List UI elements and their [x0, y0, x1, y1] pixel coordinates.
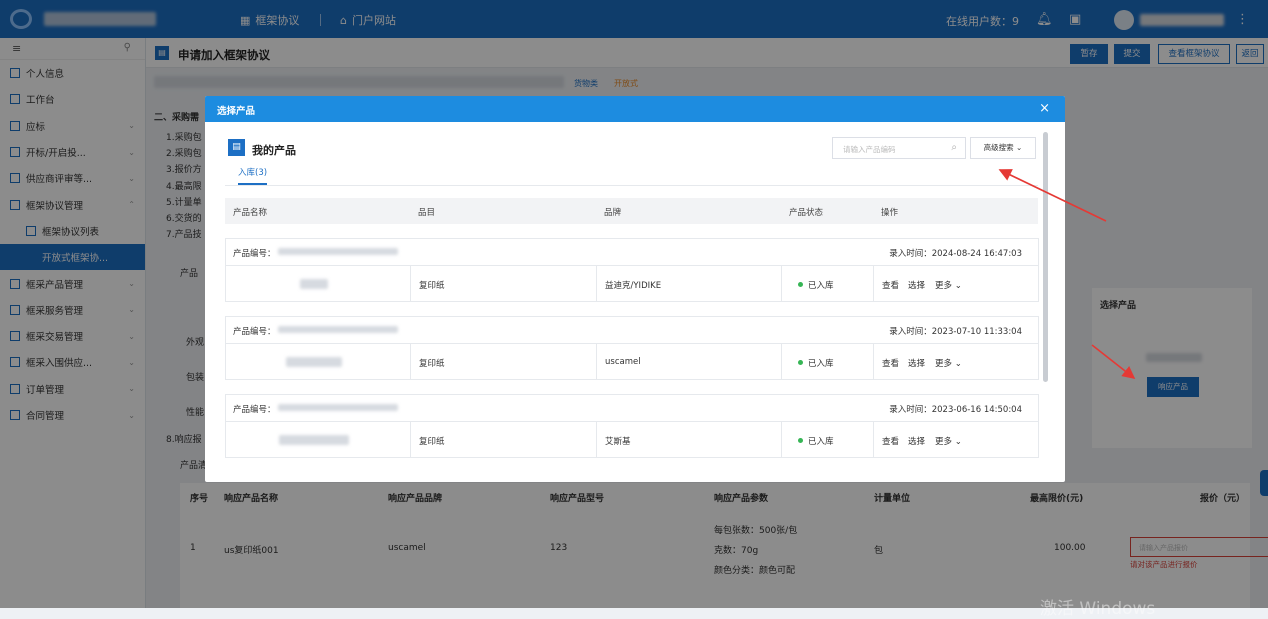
chevron-down-icon: ⌄ [954, 359, 962, 369]
brand-cell: 益迪克/YIDIKE [597, 266, 782, 302]
search-icon[interactable]: ⌕ [951, 142, 957, 153]
view-link[interactable]: 查看 [882, 357, 899, 369]
entry-time: 录入时间：2023-07-10 11:33:04 [889, 327, 1022, 337]
product-no-label: 产品编号： [233, 405, 276, 415]
card-header: 产品编号： 录入时间：2024-08-24 16:47:03 [226, 239, 1038, 266]
select-link[interactable]: 选择 [908, 357, 925, 369]
product-card: 产品编号： 录入时间：2023-06-16 14:50:04 复印纸 艾斯基 已入库 查看… [225, 394, 1039, 458]
close-icon[interactable]: × [1039, 101, 1050, 116]
status-dot [798, 360, 803, 365]
product-no-label: 产品编号： [233, 249, 276, 259]
brand-cell: uscamel [597, 344, 782, 380]
status-text: 已入库 [808, 437, 834, 447]
status-dot [798, 282, 803, 287]
product-name-blurred [286, 357, 342, 367]
col-actions: 操作 [881, 208, 899, 218]
status-cell: 已入库 [782, 344, 874, 380]
status-cell: 已入库 [782, 422, 874, 458]
chevron-down-icon: ⌄ [1016, 143, 1023, 152]
product-name-blurred [300, 279, 328, 289]
select-product-modal: 选择产品 × ▤ 我的产品 请输入产品编码 ⌕ 高级搜索 ⌄ 入库(3) 产品名… [205, 96, 1065, 482]
more-dropdown[interactable]: 更多 ⌄ [935, 357, 962, 369]
status-cell: 已入库 [782, 266, 874, 302]
advanced-search-button[interactable]: 高级搜索 ⌄ [970, 137, 1036, 159]
product-name-cell [226, 422, 411, 458]
product-table-header: 产品名称 品目 品牌 产品状态 操作 [225, 198, 1038, 224]
modal-title: 选择产品 [217, 106, 256, 117]
category-cell: 复印纸 [411, 344, 597, 380]
product-no-blurred [278, 404, 398, 411]
search-placeholder: 请输入产品编码 [843, 145, 896, 154]
product-no-blurred [278, 326, 398, 333]
view-link[interactable]: 查看 [882, 435, 899, 447]
card-header: 产品编号： 录入时间：2023-07-10 11:33:04 [226, 317, 1038, 344]
tab-divider [225, 185, 1038, 186]
windows-watermark: 激活 Windows [1040, 599, 1156, 619]
col-category: 品目 [418, 208, 436, 218]
product-name-cell [226, 266, 411, 302]
view-link[interactable]: 查看 [882, 279, 899, 291]
product-card: 产品编号： 录入时间：2024-08-24 16:47:03 复印纸 益迪克/YIDI… [225, 238, 1039, 302]
select-link[interactable]: 选择 [908, 279, 925, 291]
col-product-name: 产品名称 [233, 208, 268, 218]
col-status: 产品状态 [789, 208, 824, 218]
col-brand: 品牌 [604, 208, 622, 218]
card-header: 产品编号： 录入时间：2023-06-16 14:50:04 [226, 395, 1038, 422]
product-name-blurred [279, 435, 349, 445]
modal-header: 选择产品 × [205, 96, 1065, 122]
product-card: 产品编号： 录入时间：2023-07-10 11:33:04 复印纸 uscamel 已… [225, 316, 1039, 380]
select-link[interactable]: 选择 [908, 435, 925, 447]
product-code-search[interactable]: 请输入产品编码 ⌕ [832, 137, 966, 159]
status-text: 已入库 [808, 359, 834, 369]
product-no-label: 产品编号： [233, 327, 276, 337]
more-dropdown[interactable]: 更多 ⌄ [935, 435, 962, 447]
product-name-cell [226, 344, 411, 380]
category-cell: 复印纸 [411, 422, 597, 458]
entry-time: 录入时间：2023-06-16 14:50:04 [889, 405, 1022, 415]
modal-scrollbar[interactable] [1043, 132, 1048, 382]
brand-cell: 艾斯基 [597, 422, 782, 458]
tab-in-stock[interactable]: 入库(3) [238, 166, 268, 185]
chevron-down-icon: ⌄ [954, 437, 962, 447]
chevron-down-icon: ⌄ [954, 281, 962, 291]
category-cell: 复印纸 [411, 266, 597, 302]
status-text: 已入库 [808, 281, 834, 291]
panel-title: 我的产品 [252, 144, 296, 157]
product-no-blurred [278, 248, 398, 255]
more-dropdown[interactable]: 更多 ⌄ [935, 279, 962, 291]
document-icon: ▤ [228, 139, 245, 156]
entry-time: 录入时间：2024-08-24 16:47:03 [889, 249, 1022, 259]
status-dot [798, 438, 803, 443]
